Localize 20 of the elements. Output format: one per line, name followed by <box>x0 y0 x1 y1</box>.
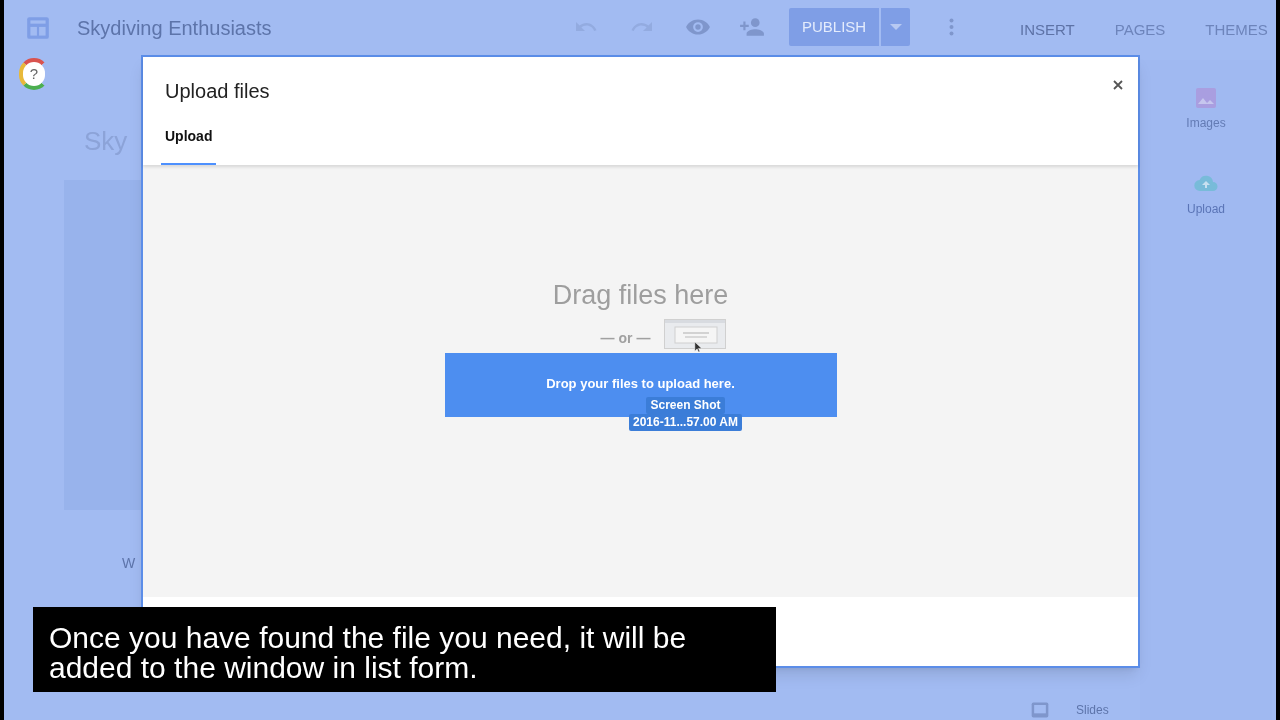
slides-label[interactable]: Slides <box>1076 701 1109 719</box>
dialog-title: Upload files <box>165 79 270 104</box>
caret-icon <box>889 24 902 30</box>
insert-item-label[interactable]: Upload <box>1187 200 1225 218</box>
layout-icon <box>25 15 51 41</box>
video-caption: Once you have found the file you need, it will be added to the window in list form. <box>33 607 776 692</box>
image-icon <box>1194 86 1218 110</box>
dragged-file-name: 2016-11...57.00 AM <box>629 414 742 431</box>
drop-title: Drag files here <box>552 279 729 312</box>
panel-tab[interactable]: INSERT <box>1000 18 1095 42</box>
or-divider: — or — <box>600 328 651 348</box>
site-title[interactable]: Skydiving Enthusiasts <box>77 13 272 43</box>
page-text: W <box>122 554 136 573</box>
dragged-file-name: Screen Shot <box>646 397 725 414</box>
cursor-icon <box>693 339 704 355</box>
publish-button[interactable]: PUBLISH <box>789 8 880 46</box>
publish-dropdown[interactable] <box>881 8 911 46</box>
close-icon <box>1113 80 1123 90</box>
more-icon[interactable] <box>949 18 955 36</box>
insert-item-label[interactable]: Images <box>1186 114 1226 132</box>
